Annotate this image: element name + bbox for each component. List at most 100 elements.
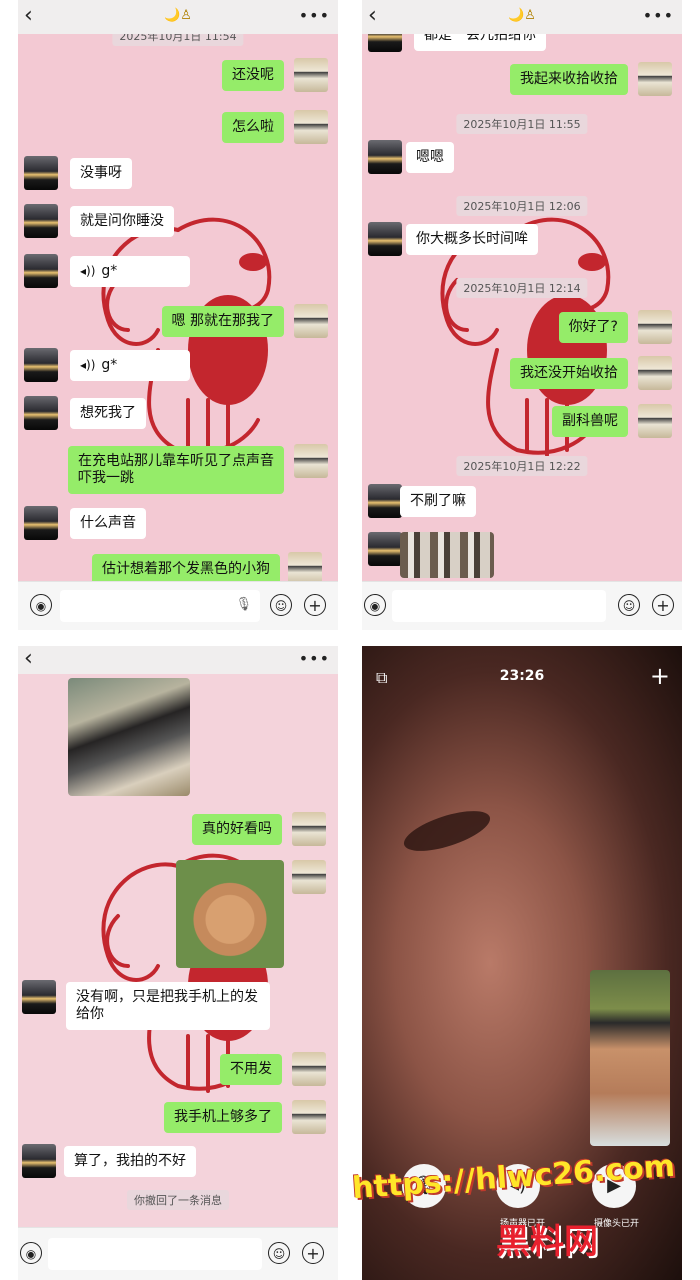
message-input[interactable] bbox=[48, 1238, 262, 1270]
voice-wave-icon: ◂)) bbox=[80, 264, 96, 278]
back-arrow-icon[interactable]: ‹ bbox=[24, 646, 33, 672]
avatar[interactable] bbox=[638, 310, 672, 344]
avatar[interactable] bbox=[22, 980, 56, 1014]
emoji-icon[interactable]: ☺ bbox=[270, 594, 292, 616]
message-row: 估计想着那个发黑色的小狗 bbox=[18, 552, 338, 582]
message-list[interactable]: 真的好看吗 没有啊，只是把我手机上的发给你 不用发 我手机上够多了 算了，我拍的… bbox=[18, 674, 338, 1228]
message-bubble[interactable]: 我起来收拾收拾 bbox=[510, 64, 628, 95]
voice-input-icon[interactable]: ◉ bbox=[30, 594, 52, 616]
avatar[interactable] bbox=[24, 156, 58, 190]
avatar[interactable] bbox=[24, 396, 58, 430]
message-row: 没事呀 bbox=[18, 156, 338, 196]
self-video-thumbnail[interactable] bbox=[590, 970, 670, 1146]
timestamp: 2025年10月1日 11:55 bbox=[456, 114, 588, 134]
avatar[interactable] bbox=[368, 532, 402, 566]
message-row: 就是问你睡没 bbox=[18, 204, 338, 244]
message-bubble[interactable]: 在充电站那儿靠车听见了点声音吓我一跳 bbox=[68, 446, 284, 494]
message-row: 没有啊，只是把我手机上的发给你 bbox=[18, 980, 338, 1036]
avatar[interactable] bbox=[24, 254, 58, 288]
avatar[interactable] bbox=[288, 552, 322, 582]
chat-panel-2: ‹ 🌙♙ ••• 都是一会儿拍给你 我起来收拾收拾 2025年10月1日 11:… bbox=[362, 0, 682, 630]
avatar[interactable] bbox=[294, 444, 328, 478]
timestamp: 2025年10月1日 12:14 bbox=[456, 278, 588, 298]
message-row: 副科兽呢 bbox=[362, 404, 682, 444]
avatar[interactable] bbox=[292, 1100, 326, 1134]
message-bubble[interactable]: 没有啊，只是把我手机上的发给你 bbox=[66, 982, 270, 1030]
message-row: 不用发 bbox=[18, 1052, 338, 1092]
avatar[interactable] bbox=[368, 34, 402, 52]
message-bubble[interactable]: 你大概多长时间哞 bbox=[406, 224, 538, 255]
message-bubble[interactable]: 嗯嗯 bbox=[406, 142, 454, 173]
avatar[interactable] bbox=[368, 484, 402, 518]
message-bubble[interactable]: 不用发 bbox=[220, 1054, 282, 1085]
message-bubble[interactable]: 什么声音 bbox=[70, 508, 146, 539]
message-bubble[interactable]: 真的好看吗 bbox=[192, 814, 282, 845]
message-bubble[interactable]: 我手机上够多了 bbox=[164, 1102, 282, 1133]
message-bubble[interactable]: 你好了? bbox=[558, 312, 628, 343]
voice-input-icon[interactable]: ◉ bbox=[20, 1242, 42, 1264]
avatar[interactable] bbox=[24, 348, 58, 382]
message-bubble[interactable]: 就是问你睡没 bbox=[70, 206, 174, 237]
avatar[interactable] bbox=[292, 1052, 326, 1086]
avatar[interactable] bbox=[24, 204, 58, 238]
avatar[interactable] bbox=[22, 1144, 56, 1178]
message-input[interactable] bbox=[392, 590, 606, 622]
avatar[interactable] bbox=[292, 860, 326, 894]
message-row: 嗯 那就在那我了 bbox=[18, 304, 338, 344]
back-arrow-icon[interactable]: ‹ bbox=[24, 3, 33, 29]
message-bubble[interactable]: 估计想着那个发黑色的小狗 bbox=[92, 554, 280, 582]
more-options-icon[interactable]: ••• bbox=[299, 3, 330, 29]
avatar[interactable] bbox=[368, 222, 402, 256]
voice-wave-icon: ◂)) bbox=[80, 358, 96, 372]
message-row: ◂)) g* bbox=[18, 348, 338, 388]
message-bubble[interactable]: 我还没开始收拾 bbox=[510, 358, 628, 389]
message-row: 想死我了 bbox=[18, 396, 338, 436]
message-bubble[interactable]: 没事呀 bbox=[70, 158, 132, 189]
voice-message[interactable]: ◂)) g* bbox=[70, 350, 190, 381]
image-message[interactable] bbox=[400, 532, 494, 578]
voice-duration: g* bbox=[101, 357, 118, 373]
avatar[interactable] bbox=[638, 62, 672, 96]
avatar[interactable] bbox=[292, 812, 326, 846]
message-bubble[interactable]: 算了，我拍的不好 bbox=[64, 1146, 196, 1177]
avatar[interactable] bbox=[638, 404, 672, 438]
avatar[interactable] bbox=[638, 356, 672, 390]
mic-icon[interactable]: 🎙 bbox=[235, 597, 252, 612]
back-arrow-icon[interactable]: ‹ bbox=[368, 3, 377, 29]
message-list[interactable]: 2025年10月1日 11:54 还没呢 怎么啦 没事呀 就是问你睡没 ◂)) g… bbox=[18, 34, 338, 582]
message-row: 都是一会儿拍给你 bbox=[362, 34, 682, 58]
contact-title-icons: 🌙♙ bbox=[508, 8, 536, 23]
message-bubble[interactable]: 都是一会儿拍给你 bbox=[414, 34, 546, 51]
message-row bbox=[362, 532, 682, 578]
more-options-icon[interactable]: ••• bbox=[299, 646, 330, 672]
minimize-window-icon[interactable]: ⧉ bbox=[376, 668, 387, 688]
add-participant-icon[interactable]: + bbox=[650, 662, 670, 690]
more-options-icon[interactable]: ••• bbox=[643, 3, 674, 29]
plus-icon[interactable]: + bbox=[652, 594, 674, 616]
image-message[interactable] bbox=[68, 678, 190, 796]
avatar[interactable] bbox=[294, 304, 328, 338]
message-row: 你好了? bbox=[362, 310, 682, 350]
image-message[interactable] bbox=[176, 860, 284, 968]
message-input[interactable]: 🎙 bbox=[60, 590, 260, 622]
voice-message[interactable]: ◂)) g* bbox=[70, 256, 190, 287]
message-bubble[interactable]: 嗯 那就在那我了 bbox=[161, 306, 284, 337]
avatar[interactable] bbox=[368, 140, 402, 174]
message-list[interactable]: 都是一会儿拍给你 我起来收拾收拾 2025年10月1日 11:55 嗯嗯 202… bbox=[362, 34, 682, 582]
plus-icon[interactable]: + bbox=[304, 594, 326, 616]
voice-input-icon[interactable]: ◉ bbox=[364, 594, 386, 616]
avatar[interactable] bbox=[294, 110, 328, 144]
message-bubble[interactable]: 不刷了嘛 bbox=[400, 486, 476, 517]
emoji-icon[interactable]: ☺ bbox=[268, 1242, 290, 1264]
avatar[interactable] bbox=[24, 506, 58, 540]
message-bubble[interactable]: 还没呢 bbox=[222, 60, 284, 91]
message-bubble[interactable]: 怎么啦 bbox=[222, 112, 284, 143]
message-bubble[interactable]: 想死我了 bbox=[70, 398, 146, 429]
message-bubble[interactable]: 副科兽呢 bbox=[552, 406, 628, 437]
timestamp: 2025年10月1日 11:54 bbox=[112, 34, 244, 46]
emoji-icon[interactable]: ☺ bbox=[618, 594, 640, 616]
plus-icon[interactable]: + bbox=[302, 1242, 324, 1264]
avatar[interactable] bbox=[294, 58, 328, 92]
chat-header: ‹ 🌙♙ ••• bbox=[18, 0, 338, 34]
message-row: 在充电站那儿靠车听见了点声音吓我一跳 bbox=[18, 444, 338, 500]
